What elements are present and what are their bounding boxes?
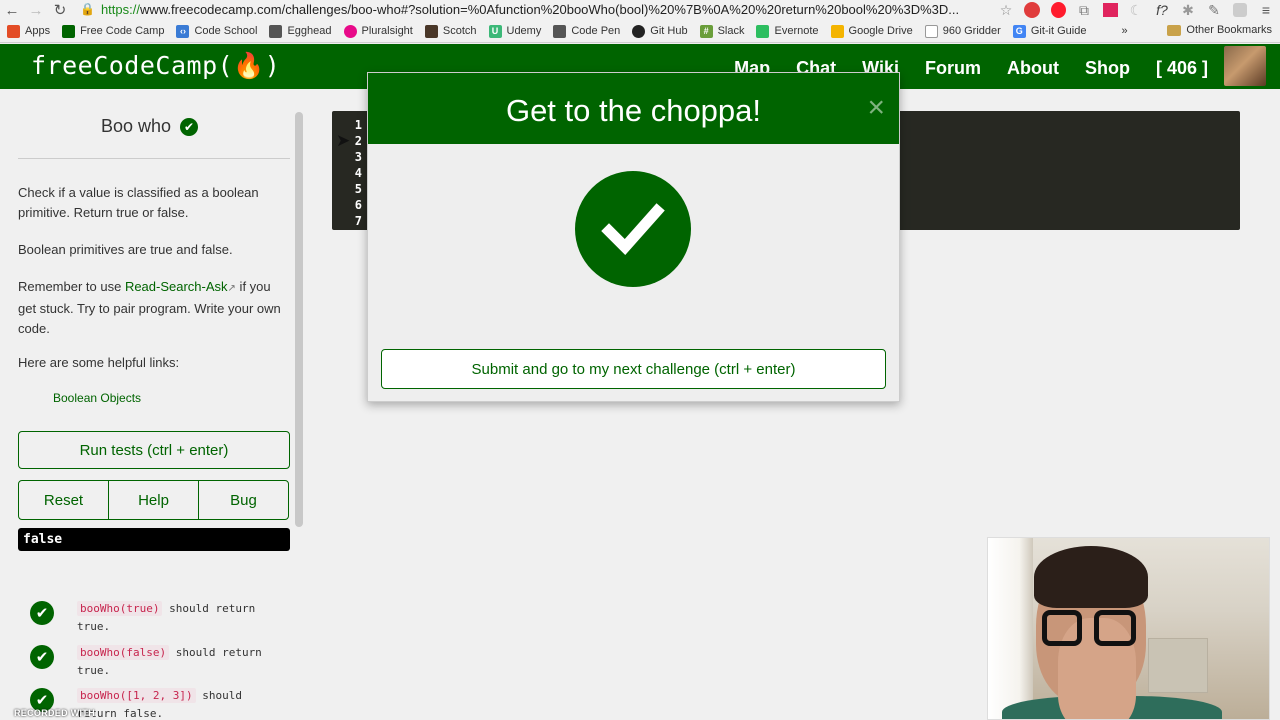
success-modal: Get to the choppa! × Submit and go to my… [367,72,900,402]
line-number-gutter: 1 2 3 4 5 6 7 [332,111,368,230]
boolean-objects-link[interactable]: Boolean Objects [53,391,141,405]
nav-shop[interactable]: Shop [1085,58,1130,79]
bug-button[interactable]: Bug [198,481,288,519]
bookmark-egghead[interactable]: Egghead [269,24,332,38]
egghead-icon [269,24,283,38]
menu-icon[interactable]: ≡ [1256,1,1276,19]
other-bookmarks[interactable]: Other Bookmarks [1167,24,1272,36]
apps-grid-icon [7,24,20,38]
bookmark-code-school[interactable]: ‹› Code School [176,24,257,38]
description-p4: Here are some helpful links: [18,355,180,370]
bookmark-git-hub[interactable]: Git Hub [632,24,688,38]
bookmark-960-gridder[interactable]: 960 Gridder [924,24,1001,38]
output-console: false [18,528,290,551]
folder-icon [1167,24,1182,36]
pluralsight-icon [343,24,357,38]
more-bookmarks-chevron[interactable]: » [1121,25,1127,37]
moon-icon[interactable]: ☾ [1126,1,1146,19]
eyedropper-icon[interactable]: ✎ [1204,1,1224,19]
help-button[interactable]: Help [108,481,198,519]
read-search-ask-link[interactable]: Read-Search-Ask [125,279,228,294]
description-p2: Boolean primitives are true and false. [18,242,233,257]
udemy-icon: U [488,24,502,38]
adblock-icon[interactable] [1022,1,1042,19]
test-item: ✔ booWho(false) should return true. [30,645,290,685]
divider [18,158,290,159]
close-icon[interactable]: × [867,91,885,125]
line-number: 7 [354,214,362,228]
url-path: www.freecodecamp.com/challenges/boo-who#… [139,1,960,17]
bookmarks-bar: Apps Free Code Camp ‹› Code School Egghea… [0,20,1280,43]
bookmark-udemy[interactable]: U Udemy [488,24,541,38]
bookmark-free-code-camp[interactable]: Free Code Camp [62,24,164,38]
address-bar[interactable]: 🔒 https:// www.freecodecamp.com/challeng… [80,0,965,18]
fcc-icon [62,24,76,38]
forward-icon[interactable]: → [24,0,48,20]
challenge-title: Boo who ✔ [101,116,199,137]
avatar[interactable] [1224,46,1266,86]
external-link-icon: ↗ [227,283,236,294]
bookmark-slack[interactable]: # Slack [699,24,744,38]
panel-scrollbar[interactable] [295,112,303,527]
scotch-icon [424,24,438,38]
test-item: ✔ booWho(true) should return true. [30,601,290,641]
success-check-icon [575,171,691,287]
run-tests-button[interactable]: Run tests (ctrl + enter) [18,431,290,469]
nav-points[interactable]: [ 406 ] [1156,58,1208,79]
line-number: 4 [354,166,362,180]
mouse-cursor-icon: ➤ [336,131,351,150]
challenge-panel: Boo who ✔ Check if a value is classified… [0,89,305,720]
bookmark-evernote[interactable]: Evernote [756,24,819,38]
recording-watermark: RECORDED WITH [14,708,95,718]
bookmark-git-it-guide[interactable]: G Git-it Guide [1012,24,1086,38]
description-p3: Remember to use Read-Search-Ask↗ if you … [18,279,281,336]
modal-header: Get to the choppa! × [368,73,899,144]
bookmark-apps[interactable]: Apps [7,24,50,38]
completed-check-icon: ✔ [180,117,199,136]
back-icon[interactable]: ← [0,0,24,20]
nav-forum[interactable]: Forum [925,58,981,79]
line-number: 5 [354,182,362,196]
modal-title: Get to the choppa! [505,93,762,128]
line-number: 3 [354,150,362,164]
ext-blank-icon[interactable] [1230,1,1250,19]
record-icon[interactable] [1100,1,1120,19]
doc-icon [924,24,938,38]
codepen-icon [553,24,567,38]
star-icon[interactable]: ☆ [996,1,1016,19]
code-icon: ‹› [176,24,190,38]
line-number: 6 [354,198,362,212]
url-scheme: https:// [100,1,140,17]
extension-icon[interactable]: ⧉ [1074,1,1094,19]
opera-icon[interactable] [1048,1,1068,19]
extension-toolbar: ☆ ⧉ ☾ f? ✱ ✎ ≡ [996,0,1276,20]
reset-button[interactable]: Reset [19,481,108,519]
submit-next-challenge-button[interactable]: Submit and go to my next challenge (ctrl… [381,349,886,389]
test-pass-icon: ✔ [30,601,54,625]
bookmark-google-drive[interactable]: Google Drive [830,24,913,38]
lock-icon: 🔒 [80,2,95,16]
function-icon[interactable]: f? [1152,1,1172,19]
reload-icon[interactable]: ↻ [48,0,72,20]
action-button-group: Reset Help Bug [18,480,289,520]
bookmark-scotch[interactable]: Scotch [424,24,477,38]
bookmark-pluralsight[interactable]: Pluralsight [343,24,413,38]
slack-icon: # [699,24,713,38]
webcam-overlay [987,537,1270,720]
evernote-icon [756,24,770,38]
fcc-logo[interactable]: freeCodeCamp(🔥) [31,51,280,81]
test-pass-icon: ✔ [30,645,54,669]
nav-about[interactable]: About [1007,58,1059,79]
google-icon: G [1012,24,1026,38]
bookmark-code-pen[interactable]: Code Pen [553,24,620,38]
bug-icon[interactable]: ✱ [1178,1,1198,19]
description-p1: Check if a value is classified as a bool… [18,185,259,220]
github-icon [632,24,646,38]
gdrive-icon [830,24,844,38]
